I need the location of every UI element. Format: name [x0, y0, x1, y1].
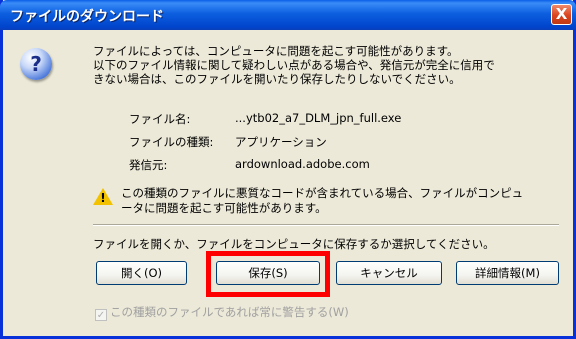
- warning-icon-mark: !: [100, 191, 106, 205]
- source-value: ardownload.adobe.com: [235, 157, 370, 171]
- title-bar[interactable]: ファイルのダウンロード X: [0, 0, 576, 30]
- intro-line-1: ファイルによっては、コンピュータに問題を起こす可能性があります。: [93, 44, 459, 58]
- warning-line-2: ータに問題を起こす可能性があります。: [121, 201, 327, 215]
- file-name-label: ファイル名:: [129, 112, 191, 126]
- intro-message: ファイルによっては、コンピュータに問題を起こす可能性があります。 以下のファイル…: [93, 44, 563, 86]
- details-button[interactable]: 詳細情報(M): [456, 261, 559, 285]
- save-button-highlight: [206, 251, 330, 297]
- window-title: ファイルのダウンロード: [10, 9, 164, 25]
- prompt-text: ファイルを開くか、ファイルをコンピュータに保存するか選択してください。: [93, 237, 495, 251]
- source-label: 発信元:: [129, 158, 168, 172]
- always-warn-option[interactable]: ✓ この種類のファイルであれば常に警告する(W): [95, 304, 349, 321]
- file-type-label: ファイルの種類:: [129, 135, 214, 149]
- intro-line-3: きない場合は、このファイルを開いたり保存したりしないでください。: [93, 72, 461, 86]
- cancel-button[interactable]: キャンセル: [336, 261, 442, 285]
- intro-line-2: 以下のファイル情報に関して疑わしい点がある場合や、発信元が完全に信用で: [93, 58, 495, 72]
- download-dialog: ファイルのダウンロード X ? ファイルによっては、コンピュータに問題を起こす可…: [0, 0, 576, 339]
- warning-message: この種類のファイルに悪質なコードが含まれている場合、ファイルがコンピュ ータに問…: [121, 186, 561, 216]
- question-icon: ?: [20, 48, 52, 80]
- open-button[interactable]: 開く(O): [96, 261, 187, 285]
- divider: [93, 224, 559, 226]
- always-warn-label: この種類のファイルであれば常に警告する(W): [110, 305, 349, 319]
- file-type-value: アプリケーション: [235, 135, 327, 149]
- close-icon[interactable]: X: [551, 4, 572, 25]
- warning-line-1: この種類のファイルに悪質なコードが含まれている場合、ファイルがコンピュ: [121, 186, 524, 200]
- always-warn-checkbox[interactable]: ✓: [95, 309, 107, 321]
- file-name-value: ...ytb02_a7_DLM_jpn_full.exe: [235, 111, 402, 125]
